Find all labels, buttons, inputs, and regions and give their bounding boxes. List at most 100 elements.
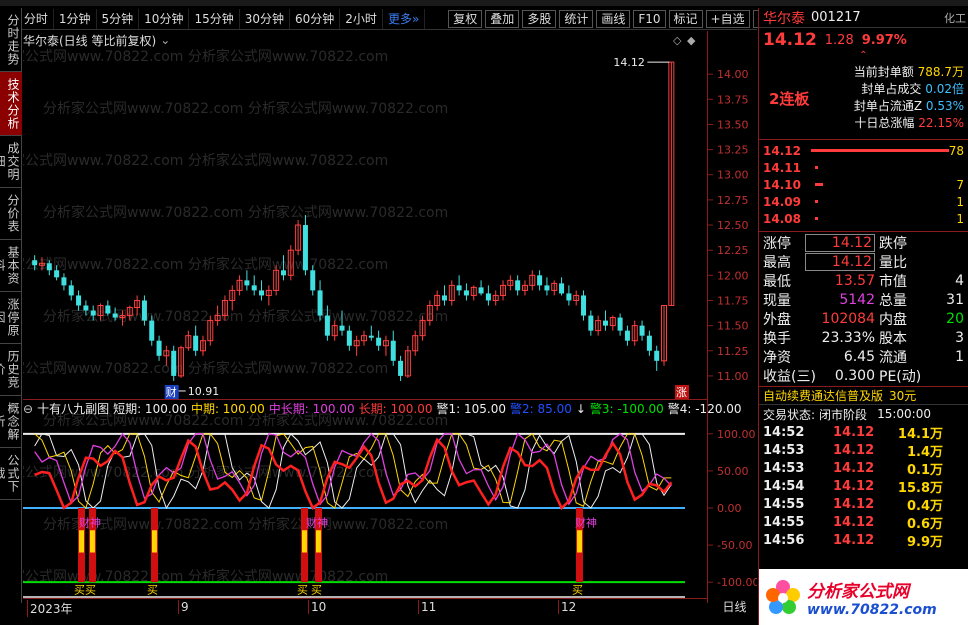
sidebar-tab-4[interactable]: 基本资料 xyxy=(0,240,22,292)
logo-url: www.70822.com xyxy=(807,601,937,618)
stats-row: 换手 23.33% 股本 3 xyxy=(763,328,964,347)
chart-toolbar: ◀ ▦ 分时1分钟5分钟10分钟15分钟30分钟60分钟2小时 更多» 复权叠加… xyxy=(0,8,787,30)
toolbar-button-2[interactable]: 多股 xyxy=(522,9,557,28)
period-tab-2[interactable]: 5分钟 xyxy=(97,8,140,29)
logo-area: 分析家公式网 www.70822.com xyxy=(759,569,968,625)
expand-icon[interactable]: ⌃ xyxy=(759,51,968,61)
indicator-alert4: 警4: -120.00 xyxy=(667,402,742,416)
tick-row: 14:56 14.12 9.9万 xyxy=(763,531,964,550)
candle-body xyxy=(566,293,572,301)
indicator-header: ⊖ 十有八九副图 短期: 100.00 中期: 100.00 中长期: 100.… xyxy=(23,399,742,417)
period-tab-7[interactable]: 2小时 xyxy=(340,8,383,29)
tick-time: 14:55 xyxy=(763,514,805,530)
period-tab-0[interactable]: 分时 xyxy=(19,8,54,29)
zhang-badge: 涨 xyxy=(676,386,687,399)
collapse-icon[interactable]: ⊖ xyxy=(23,402,33,416)
order-bar xyxy=(815,183,823,186)
toolbar-button-5[interactable]: F10 xyxy=(633,9,666,28)
indicator-tick-label: 0.00 xyxy=(717,502,742,515)
candle-body xyxy=(90,310,96,316)
candle-body xyxy=(156,340,162,356)
more-periods-button[interactable]: 更多» xyxy=(383,8,426,29)
kline-chart[interactable]: 分析家公式网www.70822.com 分析家公式网www.70822.com 分… xyxy=(23,31,757,603)
toolbar-button-3[interactable]: 统计 xyxy=(559,9,594,28)
indicator-name[interactable]: 十有八九副图 xyxy=(37,400,109,417)
candle-body xyxy=(478,287,484,294)
stats-table: 涨停 14.12 跌停 最高 14.12 量比 最低 13.57 市值 4 现量 5142 总量 31 外盘… xyxy=(759,232,968,387)
tick-row: 14:52 14.12 14.1万 xyxy=(763,423,964,442)
buy-label: 买 xyxy=(147,584,158,597)
chevron-down-icon[interactable]: ⌄ xyxy=(160,33,170,47)
candle-body xyxy=(537,275,543,286)
sidebar-tab-3[interactable]: 分价表 xyxy=(0,188,22,240)
current-price: 14.12 xyxy=(763,30,817,50)
period-tab-1[interactable]: 1分钟 xyxy=(54,8,97,29)
indicator-short: 短期: 100.00 xyxy=(113,402,187,416)
price-row: 14.12 1.28 9.97% xyxy=(759,28,968,52)
sidebar-tab-8[interactable]: 公式下载 xyxy=(0,448,22,500)
toolbar-button-6[interactable]: 标记 xyxy=(668,9,703,28)
order-vol: 7 xyxy=(956,177,964,192)
toolbar-button-7[interactable]: +自选 xyxy=(705,9,750,28)
sector-tab[interactable]: 化工 xyxy=(944,10,968,26)
date-label: 9 xyxy=(178,600,189,614)
indicator-tick-label: -100.00 xyxy=(717,576,757,589)
promo-row[interactable]: 自动续费通达信普及版 30元 xyxy=(759,387,968,405)
tick-volume: 0.4万 xyxy=(906,498,943,514)
toolbar-buttons: 复权叠加多股统计画线F10标记+自选返回 xyxy=(445,9,787,28)
candle-body xyxy=(76,295,82,306)
period-tab-6[interactable]: 60分钟 xyxy=(290,8,341,29)
sidebar-tab-7[interactable]: 概念解析 xyxy=(0,396,22,448)
candle-body xyxy=(54,270,60,278)
order-book: 14.12 78 14.11 14.10 7 14.09 1 14.08 1 xyxy=(759,140,968,232)
tick-volume: 14.1万 xyxy=(897,426,943,442)
stat-key: 股本 xyxy=(879,330,907,347)
period-label[interactable]: 日线 xyxy=(712,598,757,614)
order-vol: 1 xyxy=(956,194,964,209)
sidebar-tab-1[interactable]: 技术分析 xyxy=(0,72,22,136)
sidebar-tab-5[interactable]: 涨停原因 xyxy=(0,292,22,344)
stat-value: 6.45 xyxy=(843,348,875,365)
indicator-long: 长期: 100.00 xyxy=(358,402,433,416)
toolbar-button-4[interactable]: 画线 xyxy=(596,9,631,28)
price-tick-label: 12.50 xyxy=(717,219,749,232)
candle-body xyxy=(581,295,587,316)
tick-time: 14:52 xyxy=(763,424,805,440)
indicator-alert1: 警1: 105.00 xyxy=(436,402,506,416)
signal-bar-fill xyxy=(316,530,321,553)
diamond-icon: ◆ xyxy=(687,34,696,47)
order-vol: 1 xyxy=(956,211,964,226)
promo-text[interactable]: 自动续费通达信普及版 xyxy=(763,387,883,404)
chart-title: 华尔泰(日线 等比前复权) xyxy=(23,33,157,48)
date-label: 10 xyxy=(308,600,326,614)
toolbar-button-0[interactable]: 复权 xyxy=(448,9,483,28)
watermark-text: 分析家公式网www.70822.com 分析家公式网www.70822.com xyxy=(23,48,388,65)
buy-label: 买 xyxy=(311,584,322,597)
stat-value: 102084 xyxy=(821,310,875,327)
sidebar-tab-0[interactable]: 分时走势 xyxy=(0,8,22,72)
limit-up-info: 2连板 当前封单额 788.7万 封单占成交 0.02倍 封单占流通Z 0.53… xyxy=(759,60,968,140)
toolbar-button-1[interactable]: 叠加 xyxy=(485,9,520,28)
indicator-alert3: 警3: -100.00 xyxy=(589,402,664,416)
tick-price: 14.12 xyxy=(833,460,875,476)
seal-amount-label: 当前封单额 xyxy=(853,65,914,79)
stats-row: 收益(三) 0.300 PE(动) xyxy=(763,366,964,385)
seal-deal: 0.02倍 xyxy=(925,82,964,96)
candle-body xyxy=(654,350,660,361)
stat-key: 流通 xyxy=(879,349,907,366)
stats-row: 外盘 102084 内盘 20 xyxy=(763,309,964,328)
stat-value: 5142 xyxy=(839,291,875,308)
sidebar-tab-2[interactable]: 成交明细 xyxy=(0,136,22,188)
stat-key: 量比 xyxy=(879,254,907,271)
trade-status-label: 交易状态: xyxy=(763,407,816,422)
period-tab-5[interactable]: 30分钟 xyxy=(240,8,291,29)
period-tab-3[interactable]: 10分钟 xyxy=(139,8,190,29)
sidebar-tab-6[interactable]: 历史竞价 xyxy=(0,344,22,396)
period-tab-4[interactable]: 15分钟 xyxy=(189,8,240,29)
date-label: 2023年 xyxy=(27,600,73,617)
flower-logo-icon xyxy=(766,580,800,614)
stat-key: 换手 xyxy=(763,330,791,347)
candle-body xyxy=(456,285,462,291)
price-tick-label: 14.00 xyxy=(717,68,749,81)
chart-area[interactable]: 分析家公式网www.70822.com 分析家公式网www.70822.com 分… xyxy=(23,31,757,603)
